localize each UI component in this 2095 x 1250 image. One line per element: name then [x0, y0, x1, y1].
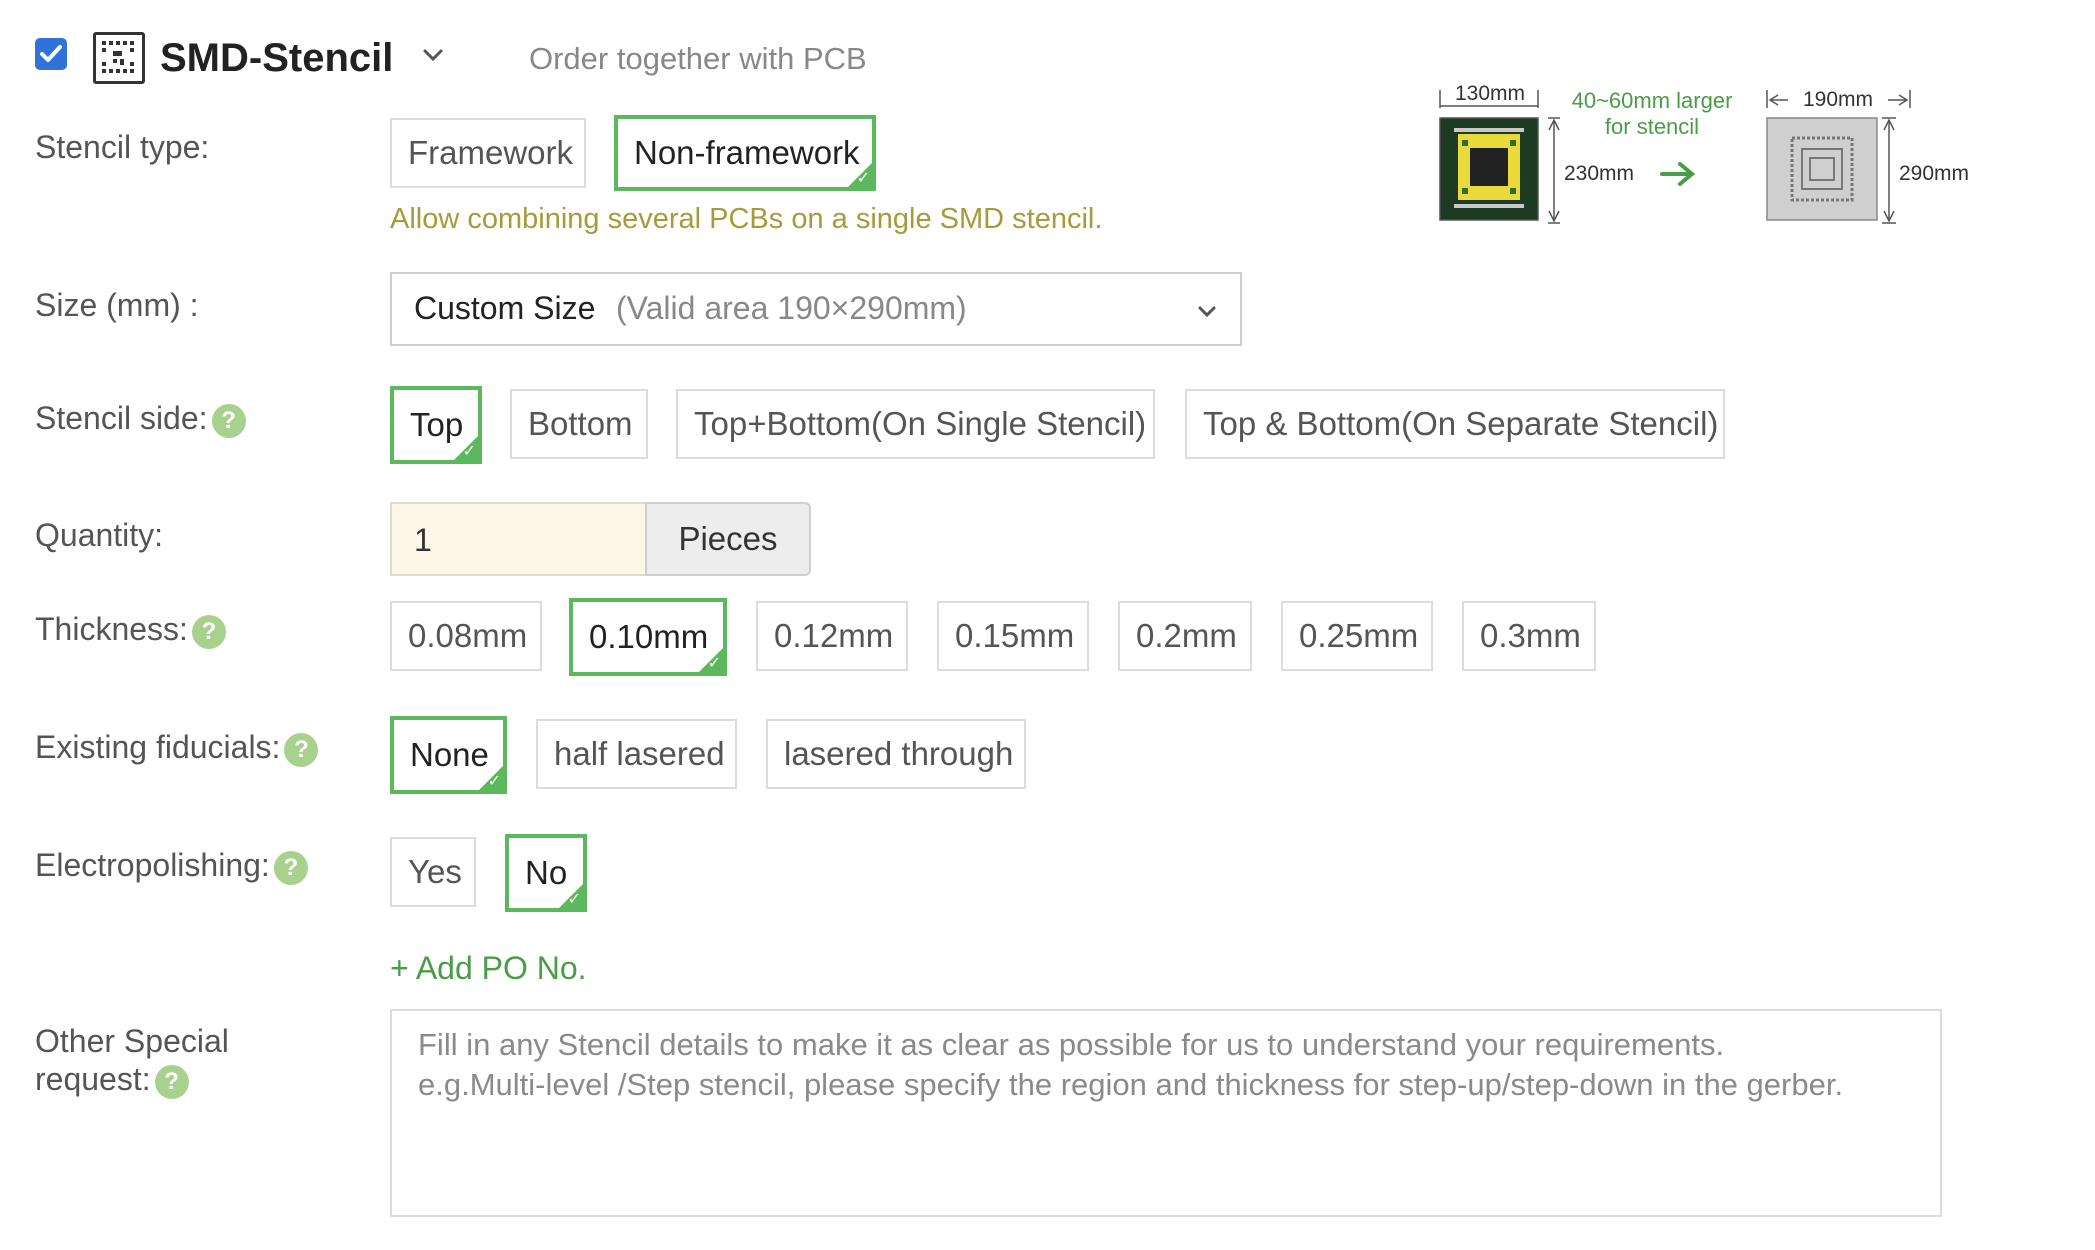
check-icon: ✓	[856, 170, 870, 187]
size-diagram: 130mm 230mm 40~60mm larger for stencil 1…	[1430, 78, 2030, 238]
option-top[interactable]: Top ✓	[390, 386, 482, 464]
check-icon: ✓	[707, 655, 721, 672]
size-label: Size (mm) :	[35, 287, 199, 323]
add-po-link[interactable]: + Add PO No.	[390, 948, 587, 988]
option-thickness-0.2[interactable]: 0.2mm	[1118, 601, 1252, 671]
fiducials-label: Existing fiducials:?	[35, 728, 319, 767]
help-icon[interactable]: ?	[273, 850, 308, 885]
stencil-side-text: Stencil side:	[35, 400, 208, 436]
help-icon[interactable]: ?	[284, 732, 319, 767]
quantity-value: 1	[414, 522, 432, 558]
stencil-image	[1766, 117, 1878, 221]
option-label: No	[525, 854, 568, 891]
size-note: (Valid area 190×290mm)	[616, 290, 967, 326]
help-icon[interactable]: ?	[154, 1064, 189, 1099]
help-icon[interactable]: ?	[211, 403, 246, 438]
quantity-input[interactable]: 1	[390, 502, 646, 576]
size-value: Custom Size	[414, 290, 596, 326]
option-thickness-0.12[interactable]: 0.12mm	[756, 601, 908, 671]
stencil-height-label: 290mm	[1899, 162, 1969, 185]
special-request-label-line1: Other Special	[35, 1023, 229, 1059]
larger-note-line1: 40~60mm larger	[1572, 88, 1733, 113]
check-icon: ✓	[567, 891, 581, 908]
stencil-type-hint: Allow combining several PCBs on a single…	[390, 203, 1103, 235]
thickness-text: Thickness:	[35, 611, 188, 647]
special-request-label-line2: request:?	[35, 1060, 229, 1099]
larger-note-line2: for stencil	[1605, 114, 1699, 139]
option-bottom[interactable]: Bottom	[510, 389, 648, 459]
stencil-side-label: Stencil side:?	[35, 399, 246, 438]
order-checkbox[interactable]	[35, 38, 67, 70]
help-icon[interactable]: ?	[191, 614, 226, 649]
check-icon	[40, 45, 62, 62]
fiducials-text: Existing fiducials:	[35, 729, 281, 765]
option-thickness-0.25[interactable]: 0.25mm	[1281, 601, 1433, 671]
special-request-label: Other Special request:?	[35, 1022, 229, 1099]
option-thickness-0.10[interactable]: 0.10mm ✓	[569, 598, 727, 676]
size-select[interactable]: Custom Size (Valid area 190×290mm)	[390, 272, 1242, 346]
chevron-down-icon	[1198, 306, 1216, 318]
option-thickness-0.3[interactable]: 0.3mm	[1462, 601, 1596, 671]
arrow-right-icon	[1660, 162, 1696, 186]
thickness-label: Thickness:?	[35, 610, 226, 649]
chevron-down-icon[interactable]	[420, 42, 446, 68]
option-label: 0.10mm	[589, 618, 709, 655]
option-electropolishing-no[interactable]: No ✓	[505, 834, 587, 912]
quantity-label: Quantity:	[35, 517, 164, 553]
option-fiducials-half-lasered[interactable]: half lasered	[536, 719, 737, 789]
check-icon: ✓	[462, 443, 476, 460]
option-electropolishing-yes[interactable]: Yes	[390, 837, 476, 907]
option-top-bottom-separate[interactable]: Top & Bottom(On Separate Stencil)	[1185, 389, 1725, 459]
option-label: None	[410, 736, 489, 773]
pcb-width-label: 130mm	[1455, 82, 1525, 105]
electropolishing-text: Electropolishing:	[35, 847, 270, 883]
pcb-height-label: 230mm	[1564, 162, 1634, 185]
stencil-width-label: 190mm	[1803, 88, 1873, 111]
option-label: Non-framework	[634, 134, 860, 171]
option-framework[interactable]: Framework	[390, 118, 586, 188]
quantity-unit: Pieces	[645, 502, 811, 576]
electropolishing-label: Electropolishing:?	[35, 846, 308, 885]
option-thickness-0.15[interactable]: 0.15mm	[937, 601, 1089, 671]
stencil-icon	[93, 32, 145, 84]
option-fiducials-none[interactable]: None ✓	[390, 716, 507, 794]
option-thickness-0.08[interactable]: 0.08mm	[390, 601, 542, 671]
option-fiducials-lasered-through[interactable]: lasered through	[766, 719, 1026, 789]
stencil-type-label: Stencil type:	[35, 129, 210, 165]
check-icon: ✓	[487, 773, 501, 790]
option-top-bottom-single[interactable]: Top+Bottom(On Single Stencil)	[676, 389, 1155, 459]
special-request-textarea[interactable]	[390, 1009, 1942, 1217]
section-title: SMD-Stencil	[160, 36, 394, 80]
order-together-text: Order together with PCB	[529, 41, 867, 76]
option-non-framework[interactable]: Non-framework ✓	[614, 115, 876, 191]
option-label: Top	[410, 406, 464, 443]
